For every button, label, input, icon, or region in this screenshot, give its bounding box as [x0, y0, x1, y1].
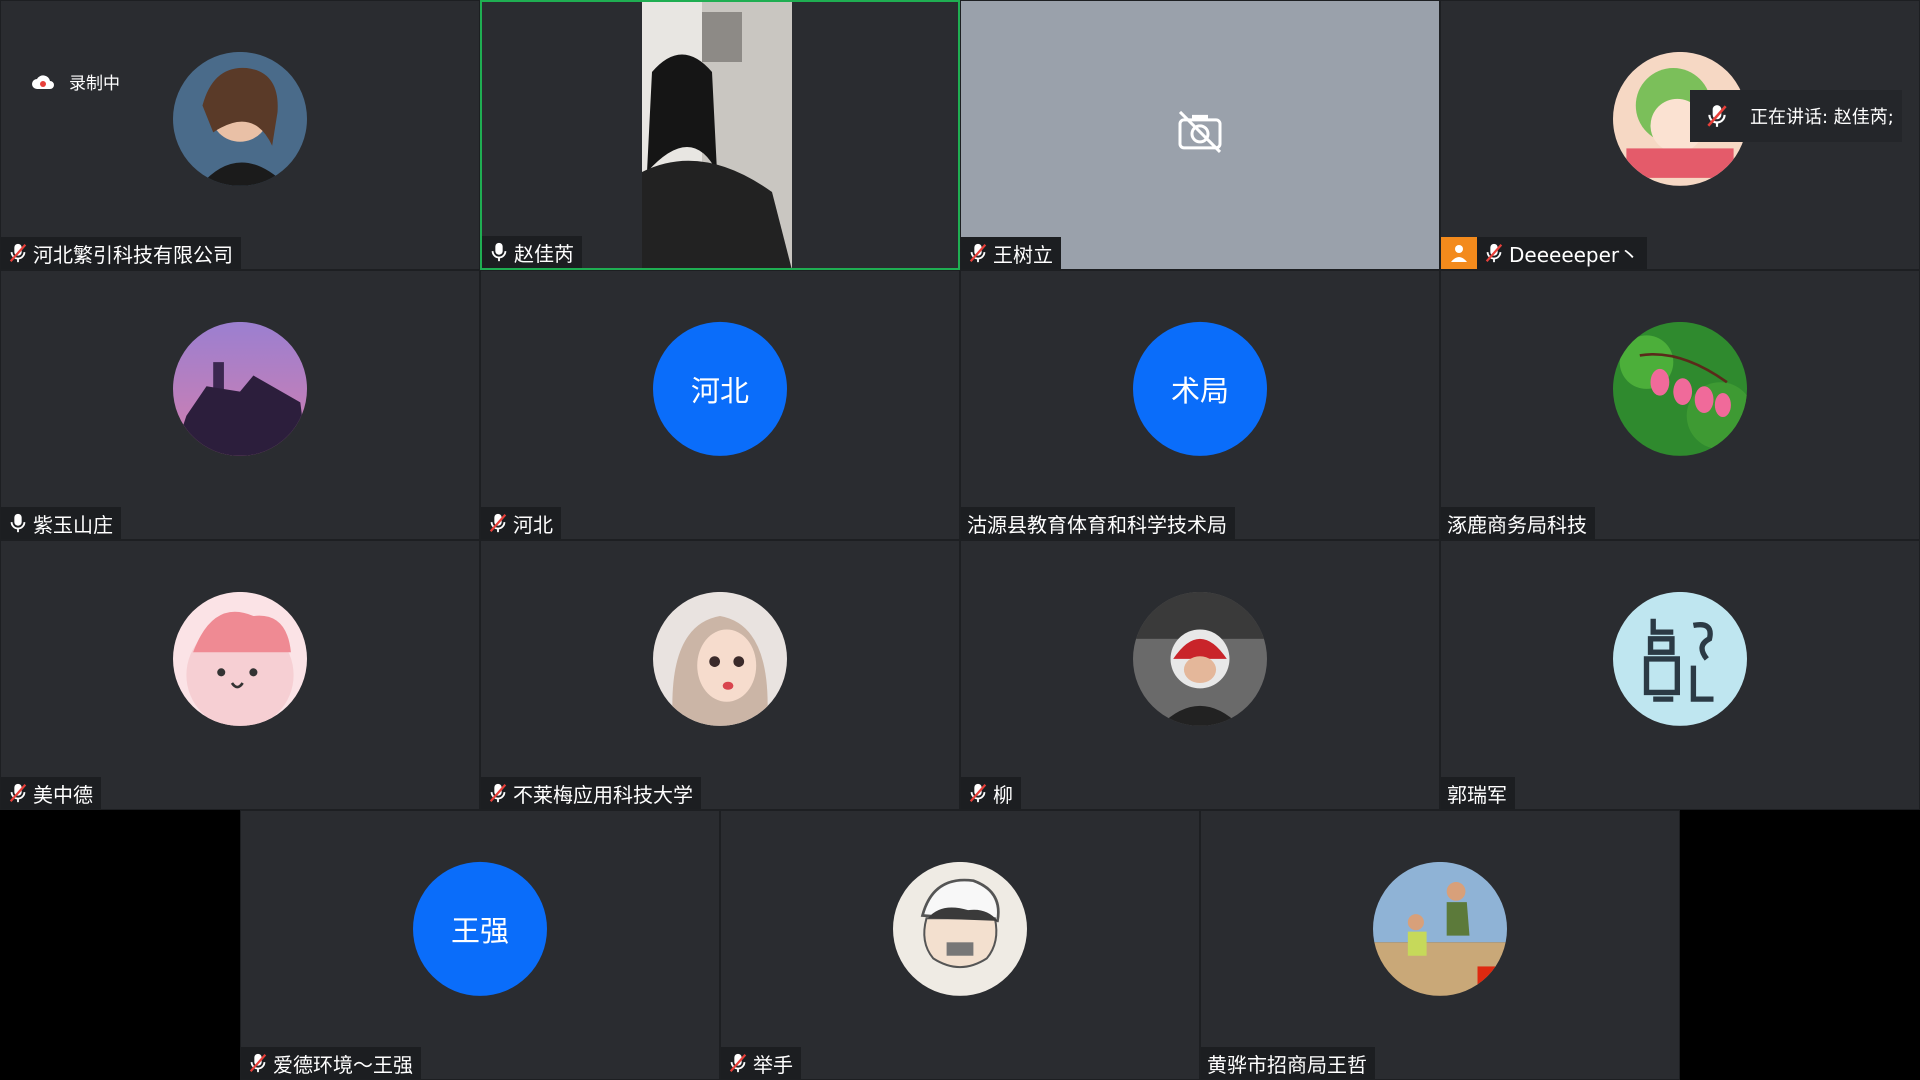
user-icon: [1451, 245, 1467, 262]
name-label: 举手: [721, 1047, 801, 1079]
avatar-initials: 王强: [413, 861, 547, 996]
participant-tile[interactable]: 涿鹿商务局科技: [1440, 270, 1920, 540]
mic-muted-icon[interactable]: [7, 242, 29, 264]
participant-tile[interactable]: 录制中 河北繁引科技有限公司: [0, 0, 480, 270]
cloud-record-icon: [32, 74, 54, 89]
avatar: [893, 861, 1027, 996]
recording-label: 录制中: [69, 74, 120, 94]
avatar: [653, 591, 787, 726]
name-label: 不莱梅应用科技大学: [481, 777, 701, 809]
name-label: 郭瑞军: [1441, 777, 1515, 809]
participant-tile[interactable]: 不莱梅应用科技大学: [480, 540, 960, 810]
mic-muted-icon[interactable]: [247, 1052, 269, 1074]
mic-muted-icon[interactable]: [7, 782, 29, 804]
avatar-initials: 河北: [653, 321, 787, 456]
name-label: Deeeeeper丶: [1441, 237, 1648, 269]
recording-indicator: 录制中: [31, 69, 120, 94]
participant-tile[interactable]: 王树立: [960, 0, 1440, 270]
name-label: 涿鹿商务局科技: [1441, 507, 1595, 539]
mic-muted-icon[interactable]: [487, 782, 509, 804]
participant-tile[interactable]: 河北 河北: [480, 270, 960, 540]
avatar: [1613, 321, 1747, 456]
avatar: [173, 591, 307, 726]
participant-tile[interactable]: 紫玉山庄: [0, 270, 480, 540]
avatar: [1613, 591, 1747, 726]
avatar: [1373, 861, 1507, 996]
name-label: 河北繁引科技有限公司: [1, 237, 241, 269]
name-label: 河北: [481, 507, 561, 539]
name-label: 赵佳芮: [482, 236, 582, 268]
participant-tile[interactable]: 术局 沽源县教育体育和科学技术局: [960, 270, 1440, 540]
participant-tile[interactable]: 柳: [960, 540, 1440, 810]
avatar: [1133, 591, 1267, 726]
avatar: [173, 321, 307, 456]
mic-muted-icon[interactable]: [487, 512, 509, 534]
name-label: 柳: [961, 777, 1021, 809]
name-label: 黄骅市招商局王哲: [1201, 1047, 1375, 1079]
mic-muted-icon[interactable]: [727, 1052, 749, 1074]
mic-muted-icon: [1704, 103, 1730, 129]
participant-tile[interactable]: 王强 爱德环境～王强: [240, 810, 720, 1080]
participant-tile-speaking[interactable]: 赵佳芮: [480, 0, 960, 270]
participant-tile[interactable]: 举手: [720, 810, 1200, 1080]
mic-on-icon[interactable]: [7, 512, 29, 534]
name-label: 紫玉山庄: [1, 507, 121, 539]
video-feed: [642, 2, 792, 268]
participant-tile[interactable]: 郭瑞军: [1440, 540, 1920, 810]
participant-tile[interactable]: 黄骅市招商局王哲: [1200, 810, 1680, 1080]
name-label: 沽源县教育体育和科学技术局: [961, 507, 1235, 539]
participant-tile[interactable]: 美中德: [0, 540, 480, 810]
camera-off-icon: [1178, 110, 1222, 153]
name-label: 王树立: [961, 237, 1061, 269]
name-label: 爱德环境～王强: [241, 1047, 421, 1079]
mic-on-icon[interactable]: [488, 241, 510, 263]
avatar-initials: 术局: [1133, 321, 1267, 456]
mic-muted-icon[interactable]: [1483, 242, 1505, 264]
avatar: [173, 51, 307, 186]
mic-muted-icon[interactable]: [967, 782, 989, 804]
active-speaker-banner: 正在讲话: 赵佳芮;: [1690, 90, 1902, 142]
name-label: 美中德: [1, 777, 101, 809]
mic-muted-icon[interactable]: [967, 242, 989, 264]
user-badge: [1441, 237, 1477, 269]
